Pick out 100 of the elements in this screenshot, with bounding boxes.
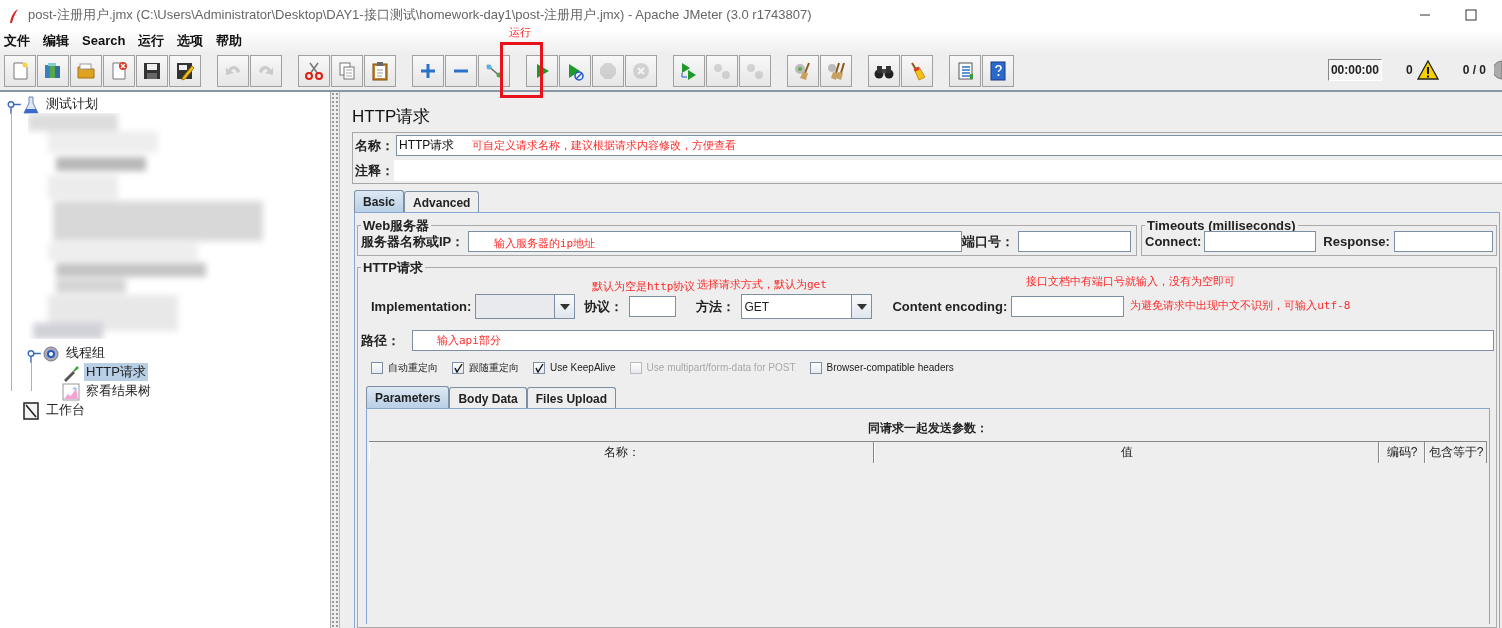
field-label: Connect: <box>1145 232 1202 251</box>
column-header[interactable]: 包含等于? <box>1425 442 1487 463</box>
group-title: HTTP请求 <box>362 260 424 275</box>
annotation-note: 输入服务器的ip地址 <box>494 237 596 250</box>
scissors-icon <box>304 61 324 81</box>
connect-field[interactable] <box>1204 231 1317 252</box>
tab[interactable]: Body Data <box>449 387 527 408</box>
server-field[interactable] <box>468 231 963 252</box>
table-caption: 同请求一起发送参数： <box>867 420 989 437</box>
notebook-icon <box>22 402 40 421</box>
minus-icon <box>453 69 469 73</box>
tree-item[interactable]: 工作台 <box>44 400 87 419</box>
checkbox-label: 自动重定向 <box>388 361 438 375</box>
checkbox-label: Browser-compatible headers <box>826 361 954 375</box>
copy-icon <box>337 61 357 81</box>
checkbox-label: 跟随重定向 <box>469 361 519 375</box>
stop-icon <box>598 61 618 81</box>
annotation-note: 选择请求方式，默认为get <box>697 278 827 291</box>
tab[interactable]: Files Upload <box>526 387 617 408</box>
menu-item[interactable]: Search <box>82 31 126 51</box>
highlight-box <box>500 42 543 98</box>
field-label: Content encoding: <box>892 297 1008 316</box>
floppy-pencil-icon <box>175 61 195 81</box>
response-field[interactable] <box>1393 231 1493 252</box>
checkbox[interactable] <box>371 361 383 374</box>
field-label: 服务器名称或IP： <box>361 232 465 251</box>
tab[interactable]: Basic <box>354 190 405 212</box>
checkbox-label: Use KeepAlive <box>550 361 616 375</box>
window-title: post-注册用户.jmx (C:\Users\Administrator\Desktop\DAY1-接口测试\homework-day1\post-注册用户.jmx) - Apache JMeter (3.0 r1743807) <box>28 6 813 25</box>
group-title: Timeouts (milliseconds) <box>1146 218 1297 233</box>
toolbar-button[interactable] <box>136 55 168 87</box>
menu-item[interactable]: 帮助 <box>216 31 243 51</box>
remote-stop-icon <box>712 61 732 81</box>
thread-count: 0 / 0 <box>1462 62 1486 79</box>
tree-item[interactable]: 线程组 <box>64 343 107 362</box>
path-field[interactable] <box>412 330 1494 351</box>
timer-display: 00:00:00 <box>1327 59 1382 81</box>
remote-exit-icon <box>745 61 765 81</box>
annotation-note: 可自定义请求名称，建议根据请求内容修改，方便查看 <box>472 139 736 152</box>
method-dropdown[interactable]: GET <box>741 294 873 319</box>
annotation-note: 默认为空是http协议 <box>592 280 696 293</box>
toolbar-button[interactable] <box>169 55 201 87</box>
dropdown-arrow-icon <box>557 301 572 312</box>
gear-icon <box>42 345 60 364</box>
tree-item[interactable]: 察看结果树 <box>84 381 153 400</box>
splitter-handle[interactable] <box>330 92 340 628</box>
group-title: Web服务器 <box>362 218 431 233</box>
checkbox-label: Use multipart/form-data for POST <box>646 361 796 375</box>
list-icon <box>955 61 975 81</box>
checkbox[interactable] <box>533 361 545 374</box>
folder-icon <box>76 61 96 81</box>
port-field[interactable] <box>1018 231 1132 252</box>
column-header[interactable]: 名称： <box>369 442 874 463</box>
field-label: 路径： <box>361 331 400 350</box>
new-file-icon <box>10 61 30 81</box>
checkbox[interactable] <box>452 361 464 374</box>
toolbar-button[interactable] <box>868 55 900 87</box>
encoding-field[interactable] <box>1011 296 1125 317</box>
check-icon <box>453 362 463 373</box>
implementation-dropdown[interactable] <box>475 294 576 319</box>
field-label: 方法： <box>696 297 736 316</box>
pipette-icon <box>62 364 80 383</box>
annotation-note: 接口文档中有端口号就输入，没有为空即可 <box>1026 275 1235 288</box>
annotation-note: 为避免请求中出现中文不识别，可输入utf-8 <box>1130 298 1351 315</box>
dropdown-arrow-icon <box>854 301 869 312</box>
tab[interactable]: Advanced <box>404 191 480 212</box>
field-label: 名称： <box>355 136 394 155</box>
close-file-icon <box>109 61 129 81</box>
help-book-icon <box>988 61 1008 81</box>
column-header[interactable]: 编码? <box>1379 442 1425 463</box>
annotation-note: 运行 <box>509 26 531 39</box>
annotation-note: 输入api部分 <box>437 334 501 347</box>
field-label: 协议： <box>584 297 624 316</box>
toolbar-button[interactable] <box>982 55 1014 87</box>
tab[interactable]: Parameters <box>366 386 450 408</box>
warning-count: 0 <box>1405 62 1413 79</box>
menu-item[interactable]: 选项 <box>177 31 204 51</box>
tree-item[interactable]: HTTP请求 <box>84 362 148 381</box>
dropdown-value: GET <box>743 299 771 316</box>
checkbox[interactable] <box>809 361 822 374</box>
protocol-field[interactable] <box>629 296 677 317</box>
menu-item[interactable]: 编辑 <box>43 31 69 51</box>
warning-icon <box>1416 60 1439 80</box>
flask-icon <box>22 96 40 115</box>
books-icon <box>43 61 63 81</box>
field-label: Implementation: <box>371 297 472 316</box>
chart-icon <box>62 383 80 402</box>
field-label: 端口号： <box>962 232 1015 251</box>
column-header[interactable]: 值 <box>874 442 1379 463</box>
menu-item[interactable]: 文件 <box>4 31 30 51</box>
shutdown-icon <box>631 61 651 81</box>
gear-broom-icon <box>793 61 813 81</box>
tree-item[interactable]: 测试计划 <box>44 94 100 113</box>
field-label: 注释： <box>355 161 394 180</box>
gear-brooms-icon <box>826 61 846 81</box>
plus-icon <box>418 61 438 81</box>
menu-item[interactable]: 运行 <box>138 31 165 51</box>
panel-title: HTTP请求 <box>352 106 432 128</box>
field-label: Response: <box>1323 232 1390 251</box>
feather-icon <box>8 7 20 24</box>
